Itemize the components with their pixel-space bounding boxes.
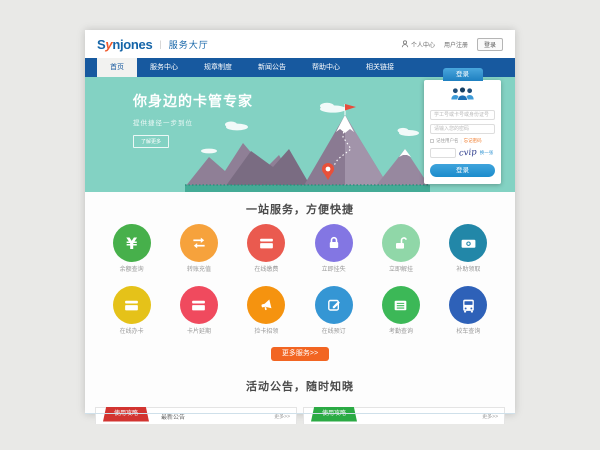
edit-icon (315, 286, 353, 324)
card-icon (180, 286, 218, 324)
services-grid: ¥ 余额查询 转账充值 在线缴费 立即挂失 (98, 224, 502, 336)
megaphone-icon (247, 286, 285, 324)
register-link[interactable]: 用户注册 (444, 40, 468, 49)
logo[interactable]: Synjones (97, 37, 152, 52)
header-right: 个人中心 用户注册 登录 (401, 38, 503, 51)
site-page: Synjones | 服务大厅 个人中心 用户注册 登录 首页 服务中心 规章制… (85, 30, 515, 414)
service-balance[interactable]: ¥ 余额查询 (98, 224, 165, 274)
service-lost-found[interactable]: 捡卡招领 (233, 286, 300, 336)
captcha-row: cvip 换一张 (430, 148, 495, 158)
person-icon (401, 40, 409, 48)
logo-text-rest: njones (112, 37, 152, 52)
personal-center-link[interactable]: 个人中心 (401, 40, 435, 49)
list-icon (382, 286, 420, 324)
yen-icon: ¥ (113, 224, 151, 262)
header-divider: | (159, 39, 161, 49)
captcha-refresh-link[interactable]: 换一张 (480, 150, 494, 156)
remember-checkbox[interactable] (430, 139, 434, 143)
personal-center-label: 个人中心 (411, 40, 435, 49)
more-services-button[interactable]: 更多服务>> (271, 347, 329, 361)
register-label: 用户注册 (444, 40, 468, 49)
separator: | (461, 139, 462, 144)
service-subsidy[interactable]: 补助领取 (435, 224, 502, 274)
nav-item-help[interactable]: 帮助中心 (299, 58, 353, 77)
transfer-icon (180, 224, 218, 262)
nav-item-service-center[interactable]: 服务中心 (137, 58, 191, 77)
forgot-password-link[interactable]: 忘记密码 (464, 138, 482, 144)
service-online-booking[interactable]: 在线预订 (300, 286, 367, 336)
login-panel: 登录 记住用户名 | 忘记密码 cvip 换一张 (424, 80, 501, 184)
lock-icon (315, 224, 353, 262)
card-icon (113, 286, 151, 324)
nav-item-home[interactable]: 首页 (97, 58, 137, 77)
header: Synjones | 服务大厅 个人中心 用户注册 登录 (85, 30, 515, 58)
tab-usage-guide-right[interactable]: 使用攻略 (311, 407, 357, 422)
page-bottom-edge (85, 413, 515, 414)
service-pay[interactable]: 在线缴费 (233, 224, 300, 274)
header-login-button[interactable]: 登录 (477, 38, 503, 51)
service-attendance[interactable]: 考勤查询 (367, 286, 434, 336)
captcha-image[interactable]: cvip (459, 147, 477, 158)
site-name: 服务大厅 (169, 38, 209, 51)
left-panel: 使用攻略 最新公告 更多>> (95, 407, 297, 424)
hero-title: 你身边的卡管专家 (133, 91, 253, 111)
card-icon (247, 224, 285, 262)
announcements-title: 活动公告，随时知晓 (85, 378, 515, 394)
service-unfreeze[interactable]: 立即解挂 (367, 224, 434, 274)
captcha-input[interactable] (430, 148, 456, 158)
service-transfer[interactable]: 转账充值 (165, 224, 232, 274)
hero-subtitle: 提供捷径一步到位 (133, 117, 253, 127)
nav-item-links[interactable]: 相关链接 (353, 58, 407, 77)
service-apply-card[interactable]: 在线办卡 (98, 286, 165, 336)
password-input[interactable] (430, 124, 495, 134)
banknote-icon (449, 224, 487, 262)
hero-banner: 你身边的卡管专家 提供捷径一步到位 了解更多 (85, 77, 515, 192)
service-report-loss[interactable]: 立即挂失 (300, 224, 367, 274)
unlock-icon (382, 224, 420, 262)
nav-item-rules[interactable]: 规章制度 (191, 58, 245, 77)
login-submit-button[interactable]: 登录 (430, 164, 495, 177)
service-school-bus[interactable]: 校车查询 (435, 286, 502, 336)
remember-row: 记住用户名 | 忘记密码 (430, 138, 495, 144)
nav-item-news[interactable]: 新闻公告 (245, 58, 299, 77)
hero-button[interactable]: 了解更多 (133, 135, 169, 148)
right-panel: 使用攻略 更多>> (303, 407, 505, 424)
users-icon (430, 86, 495, 106)
login-tab[interactable]: 登录 (443, 68, 483, 81)
service-card-extension[interactable]: 卡片延期 (165, 286, 232, 336)
hero-text: 你身边的卡管专家 提供捷径一步到位 了解更多 (133, 91, 253, 148)
account-input[interactable] (430, 110, 495, 120)
tab-usage-guide-left[interactable]: 使用攻略 (103, 407, 149, 422)
services-title: 一站服务，方便快捷 (85, 201, 515, 217)
announcement-panels: 使用攻略 最新公告 更多>> 使用攻略 更多>> (95, 407, 505, 424)
remember-label: 记住用户名 (436, 138, 459, 144)
bus-icon (449, 286, 487, 324)
services-section: 一站服务，方便快捷 ¥ 余额查询 转账充值 在线缴费 (85, 192, 515, 361)
